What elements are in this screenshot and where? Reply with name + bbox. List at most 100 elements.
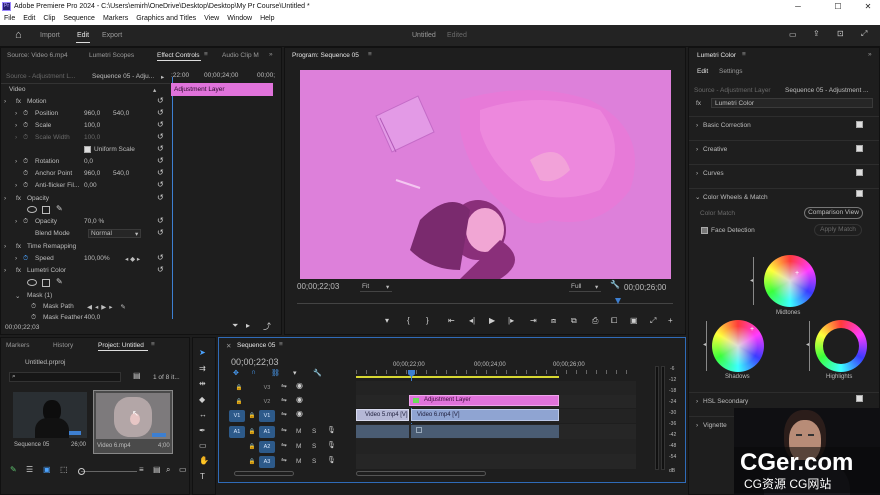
program-scrub-bar[interactable] (297, 298, 673, 304)
play-audio-icon[interactable]: ▸ (246, 321, 250, 330)
stopwatch-icon[interactable]: ⏱ (23, 182, 28, 190)
clip-adjustment-layer[interactable]: Adjustment Layer (409, 395, 559, 406)
lumetri-source[interactable]: Source - Adjustment Layer (694, 87, 771, 94)
panel-layout-icon[interactable]: ▭ (789, 30, 797, 39)
tab-edit[interactable]: Edit (77, 32, 89, 39)
eye-icon[interactable]: ◉ (296, 409, 303, 418)
section-checkbox[interactable] (856, 169, 863, 176)
track-label[interactable]: V3 (259, 382, 275, 394)
track-label[interactable]: A3 (259, 456, 275, 468)
play-icon[interactable]: ▶ (489, 316, 495, 325)
share-icon[interactable]: ⇪ (813, 29, 820, 38)
solo-button[interactable]: S (312, 443, 316, 450)
go-to-out-icon[interactable]: ⇥ (530, 316, 537, 325)
track-label[interactable]: A2 (259, 441, 275, 453)
track-lock-icon[interactable]: 🔒 (244, 441, 260, 453)
scale-value[interactable]: 100,0 (84, 122, 100, 129)
position-x[interactable]: 960,0 (84, 110, 100, 117)
stopwatch-icon[interactable]: ⏱ (23, 110, 28, 118)
midtones-wheel[interactable]: + (764, 255, 816, 307)
highlights-slider-handle[interactable]: ◂ (806, 341, 809, 348)
tab-markers[interactable]: Markers (6, 342, 29, 349)
mute-button[interactable]: M (296, 428, 301, 435)
clip-video6[interactable]: Video 6.mp4 [V] (411, 409, 559, 421)
source-patch-v1[interactable]: V1 (229, 410, 245, 422)
new-bin-icon[interactable]: ▤ (133, 371, 141, 380)
tab-export[interactable]: Export (102, 32, 122, 39)
slip-tool-icon[interactable]: ↔ (199, 410, 207, 419)
shadows-slider-handle[interactable]: ◂ (703, 341, 706, 348)
video-collapse-icon[interactable]: ▴ (153, 86, 156, 94)
reset-icon[interactable]: ↺ (157, 193, 164, 202)
section-hsl-secondary[interactable]: › HSL Secondary (689, 392, 879, 408)
lumetri-preset-select[interactable]: Lumetri Color (711, 98, 873, 108)
find-icon[interactable]: ⌕ (166, 465, 170, 475)
chevron-down-icon[interactable]: ▾ (386, 283, 389, 291)
anchor-x[interactable]: 960,0 (84, 170, 100, 177)
ellipse-mask-icon[interactable] (27, 206, 37, 213)
chevron-down-icon[interactable]: ▾ (595, 283, 598, 291)
adjustment-clip-bar[interactable]: Adjustment Layer (171, 83, 273, 96)
timeline-settings-icon[interactable]: 🔧 (313, 369, 322, 377)
minimize-icon[interactable]: ─ (786, 0, 810, 13)
panel-menu-icon[interactable]: ≡ (279, 341, 283, 348)
rect-mask-icon[interactable] (42, 206, 50, 214)
stopwatch-icon[interactable]: ⏱ (31, 303, 36, 311)
mark-out-icon[interactable]: } (426, 316, 429, 325)
go-to-in-icon[interactable]: ⇤ (448, 316, 455, 325)
section-checkbox[interactable] (856, 395, 863, 402)
comparison-icon[interactable]: ⧠ (611, 316, 617, 326)
add-button-icon[interactable]: + (668, 316, 673, 325)
menu-view[interactable]: View (200, 13, 223, 25)
track-label[interactable]: V2 (259, 396, 275, 408)
automate-icon[interactable]: ▤ (153, 465, 161, 474)
work-area-bar[interactable] (356, 376, 559, 378)
sync-lock-icon[interactable]: ⇋ (281, 441, 287, 449)
shadows-slider[interactable] (706, 321, 707, 371)
timeline-toggle-icon[interactable]: ▸ (161, 73, 164, 81)
shadows-wheel[interactable]: + (712, 320, 764, 372)
position-y[interactable]: 540,0 (113, 110, 129, 117)
new-item-icon[interactable]: ▭ (179, 465, 187, 474)
zoom-slider-handle[interactable] (78, 468, 85, 475)
reset-icon[interactable]: ↺ (157, 180, 164, 189)
mic-icon[interactable]: 🎙 (327, 426, 336, 434)
stopwatch-icon[interactable]: ⏱ (23, 255, 28, 263)
comparison-view-button[interactable]: Comparison View (804, 207, 863, 219)
midtones-slider[interactable] (753, 257, 754, 305)
audio-clip-a1-left[interactable] (356, 425, 409, 438)
camera-icon[interactable]: ⎙ (592, 316, 598, 326)
stopwatch-icon[interactable]: ⏱ (23, 218, 28, 226)
lumetri-sequence[interactable]: Sequence 05 - Adjustment ... (785, 87, 868, 94)
settings-wrench-icon[interactable]: 🔧 (610, 280, 620, 289)
more-tabs-icon[interactable]: » (269, 51, 273, 58)
eye-icon[interactable]: ◉ (296, 381, 303, 390)
uniform-scale-checkbox[interactable] (84, 146, 91, 153)
sort-icon[interactable]: ≡ (139, 465, 144, 474)
ellipse-mask-icon[interactable] (27, 279, 37, 286)
reset-icon[interactable]: ↺ (157, 144, 164, 153)
blend-mode-select[interactable]: Normal (88, 229, 141, 238)
clip-selector[interactable]: Source - Adjustment L... (6, 73, 75, 80)
speed-value[interactable]: 100,00% (84, 255, 110, 262)
menu-graphics[interactable]: Graphics and Titles (132, 13, 200, 25)
menu-help[interactable]: Help (256, 13, 278, 25)
track-lock-icon[interactable]: 🔒 (244, 410, 260, 422)
close-icon[interactable]: ✕ (226, 342, 231, 350)
pen-tool-icon[interactable]: ✒ (199, 426, 206, 435)
pen-mask-icon[interactable]: ✎ (56, 277, 63, 286)
highlights-slider[interactable] (809, 321, 810, 371)
face-detection-checkbox[interactable] (701, 227, 708, 234)
chevron-down-icon[interactable]: ▾ (135, 230, 138, 238)
reset-icon[interactable]: ↺ (157, 108, 164, 117)
lumetri-tab-settings[interactable]: Settings (719, 68, 743, 75)
clip-video5[interactable]: Video 5.mp4 [V] (356, 409, 409, 421)
reset-icon[interactable]: ↺ (157, 253, 164, 262)
solo-button[interactable]: S (312, 428, 316, 435)
nest-icon[interactable]: ✥ (233, 369, 239, 377)
mask-track-controls-icon[interactable]: ◀◂▶▸ ✎ (87, 303, 129, 311)
tab-audio-clip-mixer[interactable]: Audio Clip M (222, 52, 259, 59)
section-checkbox[interactable] (856, 190, 863, 197)
track-label[interactable]: V1 (259, 410, 275, 422)
track-lock-icon[interactable]: 🔒 (231, 382, 247, 394)
